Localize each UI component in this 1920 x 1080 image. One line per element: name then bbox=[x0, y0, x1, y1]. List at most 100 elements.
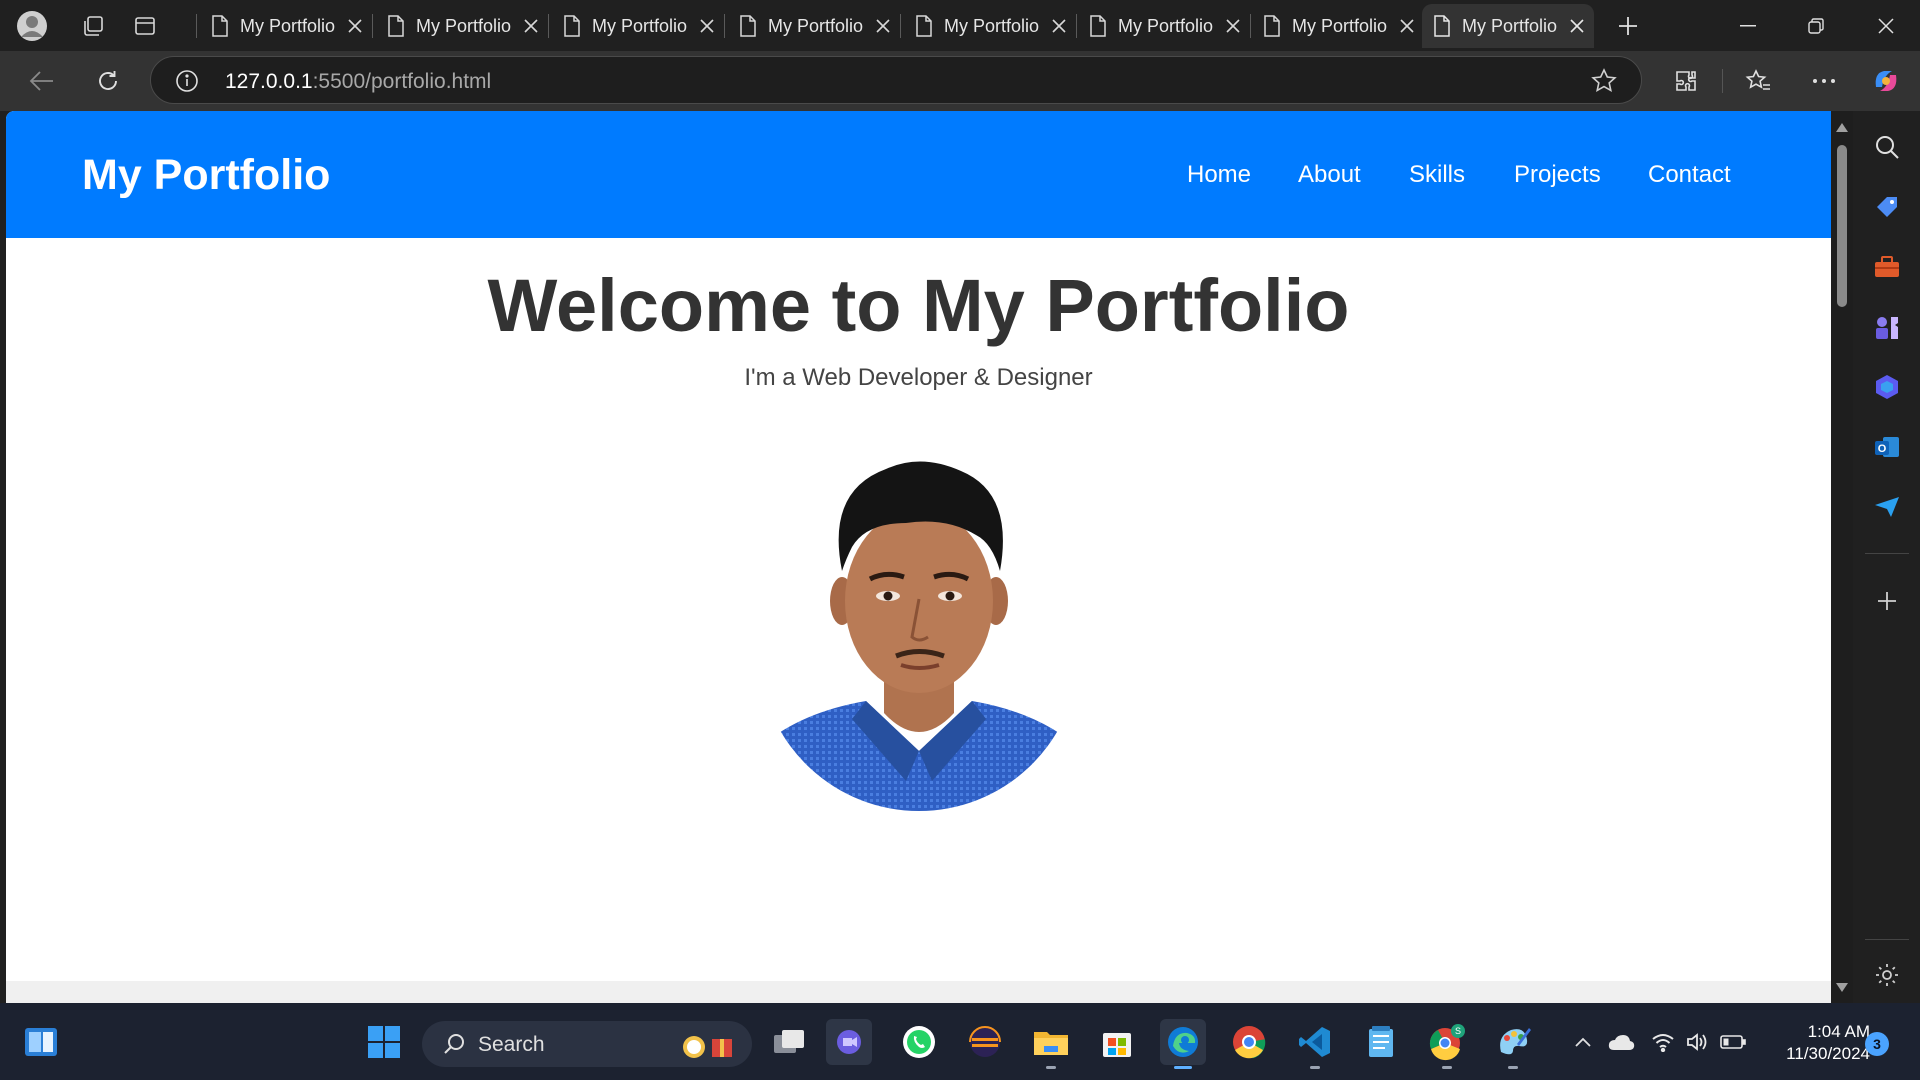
whatsapp-icon[interactable] bbox=[896, 1019, 942, 1065]
document-icon bbox=[1422, 15, 1462, 37]
browser-tab[interactable]: My Portfolio bbox=[376, 4, 548, 48]
taskbar-search-box[interactable]: Search bbox=[422, 1021, 752, 1067]
edge-icon[interactable] bbox=[1160, 1019, 1206, 1069]
site-header: My Portfolio Home About Skills Projects … bbox=[6, 111, 1831, 238]
store-icon[interactable] bbox=[1094, 1019, 1140, 1065]
close-tab-icon[interactable] bbox=[1390, 19, 1424, 33]
toolbox-icon[interactable] bbox=[1867, 247, 1907, 287]
browser-tab[interactable]: My Portfolio bbox=[728, 4, 900, 48]
tab-actions-icon[interactable] bbox=[125, 10, 165, 42]
back-arrow-icon[interactable] bbox=[22, 61, 62, 101]
nav-link-projects[interactable]: Projects bbox=[1514, 161, 1601, 189]
notepad-icon[interactable] bbox=[1358, 1019, 1404, 1065]
active-indicator bbox=[1174, 1066, 1192, 1069]
vertical-scrollbar[interactable] bbox=[1831, 111, 1853, 1003]
tab-title: My Portfolio bbox=[1462, 15, 1558, 36]
close-tab-icon[interactable] bbox=[338, 19, 372, 33]
close-tab-icon[interactable] bbox=[866, 19, 900, 33]
workspaces-icon[interactable] bbox=[73, 10, 113, 42]
nav-link-skills[interactable]: Skills bbox=[1409, 161, 1465, 189]
tab-title: My Portfolio bbox=[592, 15, 688, 36]
restore-icon[interactable] bbox=[1782, 0, 1850, 51]
tab-separator bbox=[900, 14, 901, 38]
close-tab-icon[interactable] bbox=[1560, 19, 1594, 33]
minimize-icon[interactable] bbox=[1714, 0, 1782, 51]
nav-link-about[interactable]: About bbox=[1298, 161, 1361, 189]
sidebar-divider bbox=[1865, 553, 1909, 554]
battery-icon[interactable] bbox=[1718, 1027, 1748, 1057]
meet-icon[interactable] bbox=[826, 1019, 872, 1065]
browser-tab[interactable]: My Portfolio bbox=[552, 4, 724, 48]
tab-title: My Portfolio bbox=[416, 15, 512, 36]
edge-sidebar: O bbox=[1853, 111, 1920, 1003]
scroll-up-arrow-icon[interactable] bbox=[1836, 123, 1848, 132]
site-info-icon[interactable] bbox=[175, 69, 199, 98]
search-icon[interactable] bbox=[1867, 127, 1907, 167]
wifi-icon[interactable] bbox=[1648, 1027, 1678, 1057]
send-icon[interactable] bbox=[1867, 487, 1907, 527]
show-hidden-icons-chevron-icon[interactable] bbox=[1568, 1027, 1598, 1057]
settings-icon[interactable] bbox=[1867, 955, 1907, 995]
url-host: 127.0.0.1 bbox=[225, 70, 313, 93]
url-text[interactable]: 127.0.0.1:5500/portfolio.html bbox=[225, 70, 491, 94]
nav-link-home[interactable]: Home bbox=[1187, 161, 1251, 189]
favorites-icon[interactable] bbox=[1738, 61, 1778, 101]
nav-link-contact[interactable]: Contact bbox=[1648, 161, 1731, 189]
close-tab-icon[interactable] bbox=[1042, 19, 1076, 33]
running-indicator bbox=[1508, 1066, 1518, 1069]
vscode-icon[interactable] bbox=[1292, 1019, 1338, 1069]
file-explorer-icon[interactable] bbox=[1028, 1019, 1074, 1069]
address-bar[interactable]: 127.0.0.1:5500/portfolio.html bbox=[150, 56, 1642, 104]
extensions-puzzle-icon[interactable] bbox=[1666, 61, 1706, 101]
chrome-icon[interactable] bbox=[1226, 1019, 1272, 1065]
tab-title: My Portfolio bbox=[240, 15, 336, 36]
refresh-icon[interactable] bbox=[88, 61, 128, 101]
tag-icon[interactable] bbox=[1867, 187, 1907, 227]
notification-badge[interactable]: 3 bbox=[1865, 1032, 1889, 1056]
site-logo[interactable]: My Portfolio bbox=[82, 151, 330, 200]
browser-tab[interactable]: My Portfolio bbox=[1078, 4, 1250, 48]
browser-tab-active[interactable]: My Portfolio bbox=[1422, 4, 1594, 48]
onedrive-cloud-icon[interactable] bbox=[1606, 1027, 1636, 1057]
widgets-icon[interactable] bbox=[18, 1019, 64, 1065]
browser-tab[interactable]: My Portfolio bbox=[1252, 4, 1424, 48]
copilot-icon[interactable] bbox=[1867, 367, 1907, 407]
tab-title: My Portfolio bbox=[768, 15, 864, 36]
paint-icon[interactable] bbox=[1490, 1019, 1536, 1069]
eclipse-icon[interactable] bbox=[962, 1019, 1008, 1065]
browser-tab[interactable]: My Portfolio bbox=[200, 4, 372, 48]
close-window-icon[interactable] bbox=[1852, 0, 1920, 51]
tab-separator bbox=[1076, 14, 1077, 38]
document-icon bbox=[1078, 15, 1118, 37]
outlook-icon[interactable]: O bbox=[1867, 427, 1907, 467]
search-highlight-icon bbox=[678, 1029, 738, 1066]
clock-time: 1:04 AM bbox=[1807, 1022, 1870, 1041]
browser-toolbar: 127.0.0.1:5500/portfolio.html bbox=[0, 51, 1920, 111]
document-icon bbox=[904, 15, 944, 37]
copilot-icon[interactable] bbox=[1866, 61, 1906, 101]
running-indicator bbox=[1442, 1066, 1452, 1069]
volume-icon[interactable] bbox=[1682, 1027, 1712, 1057]
new-tab-plus-icon[interactable] bbox=[1608, 10, 1648, 42]
svg-text:S: S bbox=[1455, 1026, 1461, 1036]
scroll-down-arrow-icon[interactable] bbox=[1836, 983, 1848, 992]
task-view-icon[interactable] bbox=[766, 1019, 812, 1065]
system-clock[interactable]: 1:04 AM 11/30/2024 bbox=[1750, 1021, 1870, 1065]
chrome-profile-icon[interactable]: S bbox=[1424, 1019, 1470, 1069]
close-tab-icon[interactable] bbox=[1216, 19, 1250, 33]
tab-separator bbox=[1250, 14, 1251, 38]
add-icon[interactable] bbox=[1867, 581, 1907, 621]
browser-tab[interactable]: My Portfolio bbox=[904, 4, 1076, 48]
start-icon[interactable] bbox=[361, 1019, 407, 1065]
close-tab-icon[interactable] bbox=[514, 19, 548, 33]
document-icon bbox=[552, 15, 592, 37]
page-viewport: My Portfolio Home About Skills Projects … bbox=[6, 111, 1831, 1003]
profile-avatar-icon[interactable] bbox=[12, 10, 52, 42]
favorite-star-icon[interactable] bbox=[1591, 68, 1617, 99]
games-icon[interactable] bbox=[1867, 307, 1907, 347]
close-tab-icon[interactable] bbox=[690, 19, 724, 33]
scrollbar-thumb[interactable] bbox=[1837, 145, 1847, 307]
more-options-icon[interactable] bbox=[1804, 61, 1844, 101]
search-label: Search bbox=[478, 1033, 545, 1056]
tab-separator bbox=[372, 14, 373, 38]
